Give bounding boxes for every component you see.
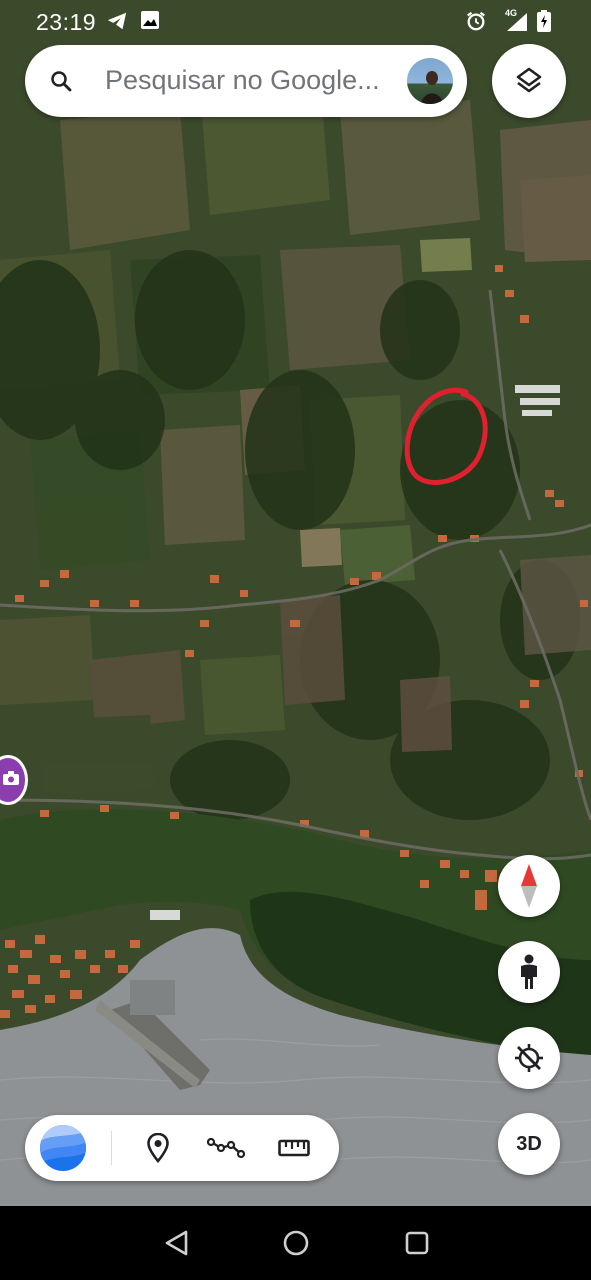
alarm-icon [465,10,487,37]
my-location-button[interactable] [498,1027,560,1089]
recents-icon[interactable] [404,1229,430,1257]
measure-icon [278,1139,310,1157]
camera-icon [3,771,19,785]
status-bar: 23:19 4G [0,0,591,44]
avatar[interactable] [407,58,453,104]
network-type: 4G [505,8,518,18]
location-off-icon [515,1044,543,1072]
search-bar[interactable]: Pesquisar no Google... [25,45,467,117]
pegman-icon [521,954,537,989]
search-icon [49,69,73,98]
google-earth-button[interactable] [35,1115,91,1181]
3d-label: 3D [516,1133,542,1155]
measure-button[interactable] [269,1115,319,1181]
search-input[interactable]: Pesquisar no Google... [105,65,380,96]
google-earth-logo [40,1125,86,1171]
map-annotation-circle [404,388,492,488]
home-icon[interactable] [282,1229,310,1257]
add-placemark-button[interactable] [133,1115,183,1181]
system-nav-bar [0,1206,591,1280]
layers-button[interactable] [492,44,566,118]
compass-button[interactable] [498,855,560,917]
signal-icon: 4G [503,8,529,37]
path-icon [207,1137,245,1159]
street-view-button[interactable] [498,941,560,1003]
3d-button[interactable]: 3D [498,1113,560,1175]
placemark-icon [147,1133,169,1163]
satellite-map[interactable] [0,0,591,1206]
draw-path-button[interactable] [201,1115,251,1181]
layers-icon [516,67,542,93]
battery-icon [537,10,551,37]
status-time: 23:19 [36,9,97,35]
toolbar-divider [111,1131,112,1165]
compass-icon [521,864,537,908]
telegram-icon [106,10,128,37]
back-icon[interactable] [164,1229,190,1257]
tools-toolbar [25,1115,339,1181]
gallery-icon [140,10,160,35]
